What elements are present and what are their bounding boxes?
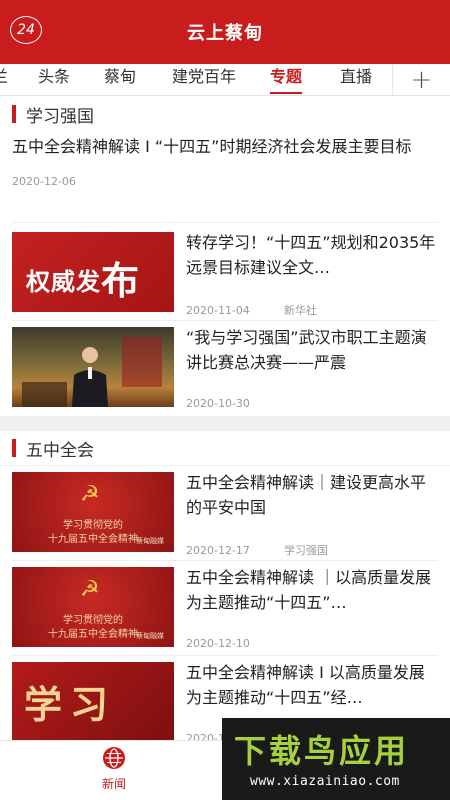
section-accent-bar bbox=[12, 105, 16, 123]
add-channel-button[interactable]: + bbox=[392, 64, 450, 95]
divider bbox=[12, 222, 438, 223]
list-item[interactable]: “我与学习强国”武汉市职工主题演讲比赛总决赛——严震 2020-10-30 bbox=[12, 327, 438, 411]
divider bbox=[12, 320, 438, 321]
thumbnail-caption: 学习贯彻党的 bbox=[63, 520, 123, 531]
list-item[interactable]: 权威发布 转存学习！“十四五”规划和2035年远景目标建议全文… 2020-11… bbox=[12, 232, 438, 318]
article-title: 五中全会精神解读｜建设更高水平的平安中国 bbox=[186, 473, 427, 517]
speaker-on-stage-image bbox=[22, 337, 162, 407]
divider bbox=[0, 465, 450, 466]
app-title: 云上蔡甸 bbox=[187, 23, 263, 44]
party-emblem-icon: ☭ bbox=[80, 482, 100, 507]
article-title: 五中全会精神解读 I “十四五”时期经济社会发展主要目标 bbox=[12, 137, 412, 156]
article-meta: 2020-10-30 bbox=[186, 397, 250, 410]
article-thumbnail: 学习 bbox=[12, 662, 174, 742]
section-header-fifth-plenum[interactable]: 五中全会 bbox=[0, 431, 450, 465]
article-title: 五中全会精神解读 ｜以高质量发展为主题推动“十四五”… bbox=[186, 568, 432, 612]
article-source: 新华社 bbox=[283, 304, 317, 317]
section-separator bbox=[0, 416, 450, 431]
nav-item-news[interactable]: 新闻 bbox=[84, 747, 144, 795]
article-thumbnail bbox=[12, 327, 174, 407]
tab-special-topics[interactable]: 专题 bbox=[270, 64, 303, 95]
article-title: 转存学习！“十四五”规划和2035年远景目标建议全文… bbox=[186, 233, 436, 277]
article-meta: 2020-12-10 bbox=[186, 637, 250, 650]
article-date: 2020-12-17 bbox=[186, 544, 250, 557]
article-date: 2020-10-30 bbox=[186, 397, 250, 410]
list-item[interactable]: ☭ 学习贯彻党的 十九届五中全会精神 蔡甸融媒 五中全会精神解读 ｜以高质量发展… bbox=[12, 567, 438, 651]
tab-caidian[interactable]: 蔡甸 bbox=[104, 64, 136, 95]
article-thumbnail: 权威发布 bbox=[12, 232, 174, 312]
hours-24-badge-icon[interactable]: 24 bbox=[10, 16, 42, 44]
divider bbox=[12, 560, 438, 561]
article-date: 2020-12-10 bbox=[186, 637, 250, 650]
site-watermark: 下载鸟应用 www.xiazainiao.com bbox=[222, 718, 450, 800]
nav-label: 新闻 bbox=[101, 777, 126, 791]
thumbnail-watermark: 蔡甸融媒 bbox=[136, 632, 164, 640]
section-header-xuexi[interactable]: 学习强国 bbox=[0, 97, 450, 131]
article-title: “我与学习强国”武汉市职工主题演讲比赛总决赛——严震 bbox=[186, 328, 427, 372]
article-source: 学习强国 bbox=[283, 544, 328, 557]
tab-live[interactable]: 直播 bbox=[340, 64, 372, 95]
section-title: 五中全会 bbox=[26, 440, 94, 461]
article-thumbnail: ☭ 学习贯彻党的 十九届五中全会精神 蔡甸融媒 bbox=[12, 567, 174, 647]
plus-icon: + bbox=[410, 65, 433, 95]
channel-tabs: 兰 头条 蔡甸 建党百年 专题 直播 + bbox=[0, 64, 450, 96]
globe-icon bbox=[103, 747, 125, 769]
article-meta: 2020-12-17 学习强国 bbox=[186, 542, 328, 558]
thumbnail-caption: 学习贯彻党的 bbox=[63, 615, 123, 626]
thumbnail-caption: 学习 bbox=[24, 682, 117, 727]
section-accent-bar bbox=[12, 439, 16, 457]
watermark-url: www.xiazainiao.com bbox=[250, 774, 400, 789]
tab-partial[interactable]: 兰 bbox=[0, 64, 8, 95]
article-title: 五中全会精神解读 I 以高质量发展为主题推动“十四五”经… bbox=[186, 663, 425, 707]
party-emblem-icon: ☭ bbox=[80, 577, 100, 602]
divider bbox=[12, 655, 438, 656]
section-title: 学习强国 bbox=[26, 106, 94, 127]
tab-headlines[interactable]: 头条 bbox=[38, 64, 70, 95]
tab-party-centenary[interactable]: 建党百年 bbox=[172, 64, 236, 95]
watermark-title: 下载鸟应用 bbox=[234, 732, 410, 770]
list-item[interactable]: ☭ 学习贯彻党的 十九届五中全会精神 蔡甸融媒 五中全会精神解读｜建设更高水平的… bbox=[12, 472, 438, 558]
article-meta: 2020-11-04 新华社 bbox=[186, 302, 317, 318]
app-header: 24 云上蔡甸 bbox=[0, 0, 450, 64]
article-thumbnail: ☭ 学习贯彻党的 十九届五中全会精神 蔡甸融媒 bbox=[12, 472, 174, 552]
list-item[interactable]: 五中全会精神解读 I “十四五”时期经济社会发展主要目标 2020-12-06 bbox=[12, 134, 438, 188]
article-date: 2020-11-04 bbox=[186, 304, 250, 317]
thumbnail-watermark: 蔡甸融媒 bbox=[136, 537, 164, 545]
thumbnail-caption: 权威发布 bbox=[26, 259, 141, 303]
article-date: 2020-12-06 bbox=[12, 175, 76, 188]
